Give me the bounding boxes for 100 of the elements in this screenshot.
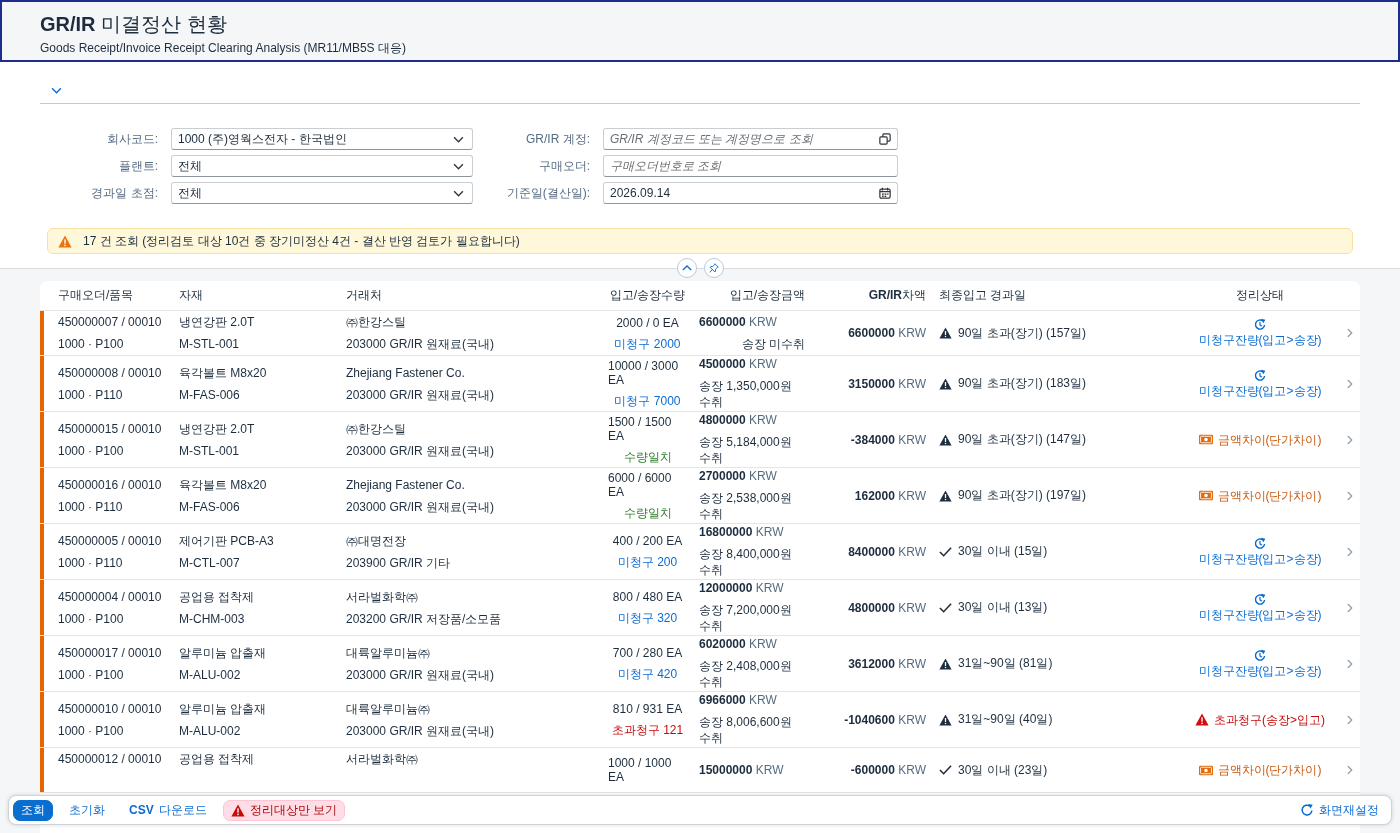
dropdown-field[interactable]: 전체 [171,155,473,177]
chevron-down-icon[interactable] [453,162,464,170]
warning-icon [1195,713,1209,726]
vendor-name: 서라벌화학㈜ [346,752,418,766]
amount-text: 4500000 KRW [699,357,778,371]
clearing-status-text: 미청구잔량(입고>송장) [1198,606,1322,623]
vendor-name: 서라벌화학㈜ [346,589,418,604]
quantity-text: 10000 / 3000 EA [608,359,680,387]
clearing-status-text: 금액차이(단가차이) [1217,762,1322,778]
po-item-text: 450000008 / 00010 [58,365,162,380]
chevron-right-icon[interactable] [1347,490,1353,501]
chevron-right-icon[interactable] [1347,602,1353,613]
dropdown-field[interactable]: 전체 [171,182,473,204]
quantity-status-text: 수량일치 [623,450,672,464]
checkmark-icon [939,764,952,776]
warning-icon [939,489,952,502]
chevron-right-icon[interactable] [1347,765,1353,775]
difference-amount: -1040600 KRW [844,712,926,727]
warning-icon [939,377,952,390]
checkmark-icon [939,545,952,558]
material-code: M-CHM-003 [179,611,245,626]
clearing-status-text: 미청구잔량(입고>송장) [1198,662,1322,679]
po-item-text: 450000012 / 00010 [58,752,162,766]
amount-text: 2700000 KRW [699,469,778,483]
field-label: 플랜트: [117,157,158,175]
material-code: M-STL-001 [179,337,240,351]
toolbar-button[interactable]: CSV 다운로드 [121,799,215,821]
column-header: 자재 [179,288,203,302]
field-label: GR/IR 계정: [525,130,590,148]
chevron-down-icon[interactable] [51,87,62,94]
quantity-status-text: 미청구 320 [617,611,678,625]
material-code: M-FAS-006 [179,387,240,402]
age-text: 90일 초과(장기) (147일) [958,431,1087,448]
material-name: 육각볼트 M8x20 [179,477,267,492]
vendor-name: ㈜한강스틸 [346,421,406,436]
po-item-text: 450000005 / 00010 [58,533,162,548]
chevron-right-icon[interactable] [1347,714,1353,725]
difference-amount: 3612000 KRW [848,656,926,671]
material-name: 알루미늄 압출재 [179,645,267,660]
age-text: 31일~90일 (40일) [958,711,1053,728]
po-item-text: 450000016 / 00010 [58,477,162,492]
material-name: 제어기판 PCB-A3 [179,533,274,548]
field-label: 경과일 초점: [90,184,158,202]
gl-account-text: 203000 GR/IR 원재료(국내) [346,667,495,682]
warning-icon [939,433,952,446]
banknote-icon [1198,489,1213,502]
calendar-icon[interactable] [879,187,891,199]
amount-text: 6966000 KRW [699,693,778,707]
difference-amount: 4800000 KRW [848,600,926,615]
value-help-icon[interactable] [879,133,891,145]
chevron-down-icon[interactable] [453,135,464,143]
warning-icon [939,327,952,339]
column-header: 최종입고 경과일 [939,288,1027,302]
page-subtitle: Goods Receipt/Invoice Receipt Clearing Analysis (MR11/MB5S 대응) [40,40,407,56]
po-item-text: 450000015 / 00010 [58,421,162,436]
quantity-text: 1500 / 1500 EA [608,415,673,443]
toolbar-button[interactable]: 조회 [13,799,53,821]
amount-text: 4800000 KRW [699,413,778,427]
checkmark-icon [939,601,952,614]
filter-toggle-button[interactable]: 정리대상만 보기 [222,799,346,821]
page-title: GR/IR 미결정산 현황 [40,12,228,37]
date-field[interactable]: 2026.09.14 [603,182,898,204]
plant-text: 1000 · P110 [58,555,123,570]
vendor-name: Zhejiang Fastener Co. [346,477,465,492]
vendor-name: 대륙알루미늄㈜ [346,645,430,660]
invoice-status-text: 송장 5,184,000원 수취 [699,434,793,466]
chevron-right-icon[interactable] [1347,378,1353,389]
chevron-right-icon[interactable] [1347,658,1353,669]
chevron-right-icon[interactable] [1347,546,1353,557]
input-field[interactable]: 구매오더번호로 조회 [603,155,898,177]
material-name: 알루미늄 압출재 [179,701,267,716]
clearing-status-text: 초과청구(송장>입고) [1214,711,1325,728]
plant-text: 1000 · P100 [58,723,124,738]
message-text: 17 건 조회 (정리검토 대상 10건 중 장기미정산 4건 - 결산 반영 검토가 필요합니다) [83,232,520,250]
quantity-text: 2000 / 0 EA [616,315,679,330]
input-field[interactable]: GR/IR 계정코드 또는 계정명으로 조회 [603,128,898,150]
po-item-text: 450000017 / 00010 [58,645,162,660]
clearing-status-text: 미청구잔량(입고>송장) [1198,382,1322,399]
quantity-text: 810 / 931 EA [612,702,683,716]
column-header: 거래처 [346,288,382,302]
age-text: 30일 이내 (13일) [958,599,1048,616]
plant-text: 1000 · P110 [58,387,123,402]
gl-account-text: 203000 GR/IR 원재료(국내) [346,443,495,458]
quantity-status-text: 수량일치 [623,506,672,520]
chevron-right-icon[interactable] [1347,328,1353,338]
plant-text: 1000 · P100 [58,667,124,682]
quantity-status-text: 미청구 7000 [614,394,681,408]
invoice-status-text: 송장 7,200,000원 수취 [699,602,793,634]
vendor-name: ㈜대명전장 [346,533,406,548]
invoice-status-text: 송장 1,350,000원 수취 [699,378,793,410]
warning-icon [230,803,245,817]
chevron-right-icon[interactable] [1347,434,1353,445]
reset-view-button[interactable]: 화면재설정 [1292,799,1387,821]
amount-text: 6020000 KRW [699,637,778,651]
plant-text: 1000 · P100 [58,443,124,458]
toolbar-button[interactable]: 초기화 [61,799,113,821]
column-header: 정리상태 [1236,288,1284,302]
dropdown-field[interactable]: 1000 (주)영웍스전자 - 한국법인 [171,128,473,150]
chevron-down-icon[interactable] [453,189,464,197]
quantity-text: 800 / 480 EA [612,590,683,604]
